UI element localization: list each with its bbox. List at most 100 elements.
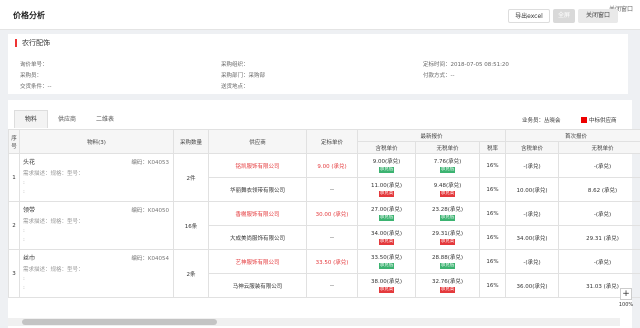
zoom-level: 100%: [618, 302, 634, 308]
tax-rate: 16%: [479, 153, 506, 178]
purchase-qty: 2条: [173, 249, 209, 298]
tab-supplier[interactable]: 供应商: [48, 111, 86, 129]
info-field-award-time: 定标时间：2018-07-05 08:51:20: [423, 62, 509, 68]
price-tag: 承兑低: [378, 166, 395, 173]
material-code: 编码：K04050: [131, 208, 169, 214]
header-first-tax-incl: 含税单价: [505, 141, 559, 154]
first-tax-incl: -(承兑): [505, 201, 559, 226]
tax-rate: 16%: [479, 177, 506, 202]
table-row: 2 领带 编码：K04050 需求描述：规格：型号： : : 16条 香榭服饰有…: [8, 201, 640, 250]
latest-tax-excl: 9.48(承兑) 承兑高: [415, 177, 480, 202]
row-seq: 1: [8, 153, 20, 202]
supplier-name[interactable]: 香榭服饰有限公司: [208, 201, 307, 226]
page-title: 价格分析: [13, 11, 45, 20]
material-requirement: 需求描述：规格：型号：: [23, 219, 84, 225]
material-extra: :: [23, 189, 25, 195]
red-square-icon: [581, 117, 587, 123]
info-field-payment: 付款方式：--: [423, 73, 455, 79]
material-extra: :: [23, 180, 25, 186]
first-tax-incl: -(承兑): [505, 153, 559, 178]
material-requirement: 需求描述：规格：型号：: [23, 267, 84, 273]
price-analysis-table: 序号 物料(3) 采购数量 供应商 定标单价 最新报价 首次报价 含税单价 无税…: [8, 129, 640, 298]
first-tax-incl: 36.00(承兑): [505, 273, 559, 298]
purchase-qty: 2件: [173, 153, 209, 202]
table-row: 3 丝巾 编码：K04054 需求描述：规格：型号： : : 2条 艺神服饰有限…: [8, 249, 640, 298]
tab-material[interactable]: 物料: [14, 110, 49, 128]
material-extra: :: [23, 228, 25, 234]
material-requirement: 需求描述：规格：型号：: [23, 171, 84, 177]
price-tag: 承兑低: [378, 262, 395, 269]
purchase-qty: 16条: [173, 201, 209, 250]
first-tax-incl: -(承兑): [505, 249, 559, 274]
supplier-name[interactable]: 铭凯服饰有限公司: [208, 153, 307, 178]
price-tag: 承兑低: [439, 214, 456, 221]
bid-price: 9.00 (承兑): [306, 153, 358, 178]
header-first-quote: 首次报价: [504, 129, 640, 142]
material-code: 编码：K04053: [131, 160, 169, 166]
material-extra: :: [23, 276, 25, 282]
table-row: 1 头花 编码：K04053 需求描述：规格：型号： : : 2件 铭凯服饰有限…: [8, 153, 640, 202]
material-code: 编码：K04054: [131, 256, 169, 262]
top-bar: 价格分析 关闭窗口 导出excel 全屏 关闭窗口: [0, 0, 640, 30]
tax-rate: 16%: [479, 201, 506, 226]
close-window-button[interactable]: 关闭窗口: [578, 9, 618, 23]
header-supplier: 供应商: [208, 129, 307, 154]
bid-price: 30.00 (承兑): [306, 201, 358, 226]
horizontal-scrollbar[interactable]: [8, 318, 620, 326]
zoom-control: + 100%: [615, 288, 637, 326]
bid-price: --: [306, 273, 358, 298]
latest-tax-incl: 34.00(承兑) 承兑高: [357, 225, 416, 250]
material-extra: :: [23, 237, 25, 243]
first-tax-excl: -(承兑): [557, 153, 640, 178]
first-tax-incl: 10.00(承兑): [505, 177, 559, 202]
material-extra: :: [23, 285, 25, 291]
supplier-name[interactable]: 马神云服装有限公司: [208, 273, 307, 298]
view-tabs: 物料 供应商 二维表: [14, 110, 124, 128]
first-tax-excl: 29.31 (承兑): [557, 225, 640, 250]
inquiry-title: 农行配饰: [15, 39, 50, 47]
price-tag: 承兑高: [439, 238, 456, 245]
scrollbar-thumb[interactable]: [22, 319, 217, 325]
analysis-panel: 物料 供应商 二维表 业务员：丛晓会 中标供应商 序号 物料(3) 采购数量 供应商…: [8, 100, 640, 328]
price-tag: 承兑高: [378, 190, 395, 197]
info-field-purchase-org: 采购组织：: [221, 62, 249, 68]
winning-supplier-legend: 中标供应商: [581, 116, 617, 124]
buyer-label: 业务员：丛晓会: [522, 118, 561, 124]
price-tag: 承兑高: [439, 286, 456, 293]
zoom-in-button[interactable]: +: [620, 288, 632, 300]
tax-rate: 16%: [479, 225, 506, 250]
first-tax-excl: -(承兑): [557, 201, 640, 226]
first-tax-excl: -(承兑): [557, 249, 640, 274]
material-cell: 丝巾 编码：K04054 需求描述：规格：型号： : :: [19, 249, 174, 298]
bid-price: --: [306, 177, 358, 202]
info-field-inquiry-no: 询价单号：: [20, 62, 48, 68]
supplier-name[interactable]: 华丽舞衣领带有限公司: [208, 177, 307, 202]
row-seq: 3: [8, 249, 20, 298]
supplier-name[interactable]: 艺神服饰有限公司: [208, 249, 307, 274]
export-excel-button[interactable]: 导出excel: [508, 9, 550, 23]
material-cell: 头花 编码：K04053 需求描述：规格：型号： : :: [19, 153, 174, 202]
header-material: 物料(3): [19, 129, 174, 154]
latest-tax-incl: 33.50(承兑) 承兑低: [357, 249, 416, 274]
latest-tax-excl: 23.28(承兑) 承兑低: [415, 201, 480, 226]
info-field-buyer: 采购员：: [20, 73, 43, 79]
latest-tax-excl: 28.88(承兑) 承兑低: [415, 249, 480, 274]
material-cell: 领带 编码：K04050 需求描述：规格：型号： : :: [19, 201, 174, 250]
inquiry-info-panel: 农行配饰 询价单号： 采购组织： 定标时间：2018-07-05 08:51:2…: [8, 34, 628, 94]
header-bid-price: 定标单价: [306, 129, 358, 154]
latest-tax-incl: 9.00(承兑) 承兑低: [357, 153, 416, 178]
header-latest-tax-incl: 含税单价: [357, 141, 416, 154]
tab-matrix[interactable]: 二维表: [86, 111, 124, 129]
price-tag: 承兑低: [439, 166, 456, 173]
row-seq: 2: [8, 201, 20, 250]
header-qty: 采购数量: [173, 129, 209, 154]
supplier-name[interactable]: 大成美尚服饰有限公司: [208, 225, 307, 250]
latest-tax-excl: 32.76(承兑) 承兑高: [415, 273, 480, 298]
latest-tax-incl: 11.00(承兑) 承兑高: [357, 177, 416, 202]
header-latest-quote: 最新报价: [357, 129, 506, 142]
price-tag: 承兑高: [378, 238, 395, 245]
fullscreen-button[interactable]: 全屏: [553, 9, 575, 23]
price-tag: 承兑高: [439, 190, 456, 197]
price-tag: 承兑高: [378, 286, 395, 293]
tax-rate: 16%: [479, 273, 506, 298]
